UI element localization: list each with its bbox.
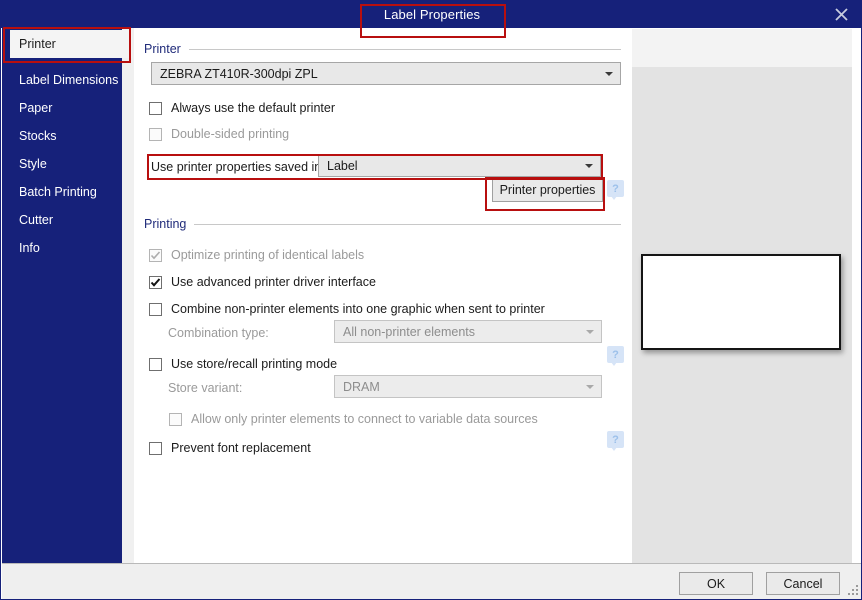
chevron-down-icon xyxy=(579,385,601,389)
settings-content-pane: Printer ZEBRA ZT410R-300dpi ZPL Always u… xyxy=(134,28,632,563)
label-properties-dialog: Label Properties Printer Label Dimension… xyxy=(0,0,862,600)
always-default-printer-row[interactable]: Always use the default printer xyxy=(149,99,335,117)
combination-type-label: Combination type: xyxy=(168,324,269,342)
group-divider-line xyxy=(194,224,621,225)
cancel-button-label: Cancel xyxy=(784,577,823,591)
window-title: Label Properties xyxy=(1,1,862,28)
optimize-printing-row: Optimize printing of identical labels xyxy=(149,246,364,264)
saved-in-value: Label xyxy=(319,159,578,173)
sidebar-item-label-dimensions[interactable]: Label Dimensions xyxy=(2,66,122,94)
sidebar-item-cutter[interactable]: Cutter xyxy=(2,206,122,234)
sidebar-item-label: Cutter xyxy=(19,213,53,227)
double-sided-printing-checkbox xyxy=(149,128,162,141)
close-icon xyxy=(835,8,848,21)
sidebar-item-batch-printing[interactable]: Batch Printing xyxy=(2,178,122,206)
combination-type-select: All non-printer elements xyxy=(334,320,602,343)
sidebar-item-label: Paper xyxy=(19,101,52,115)
combine-elements-row[interactable]: Combine non-printer elements into one gr… xyxy=(149,300,545,318)
help-icon-prevent-font[interactable]: ? xyxy=(607,431,624,448)
double-sided-printing-label: Double-sided printing xyxy=(171,127,289,141)
store-variant-value: DRAM xyxy=(335,380,579,394)
sidebar-item-label: Info xyxy=(19,241,40,255)
store-variant-select: DRAM xyxy=(334,375,602,398)
advanced-driver-row[interactable]: Use advanced printer driver interface xyxy=(149,273,376,291)
printer-select[interactable]: ZEBRA ZT410R-300dpi ZPL xyxy=(151,62,621,85)
chevron-down-icon xyxy=(579,330,601,334)
help-icon-store-recall[interactable]: ? xyxy=(607,346,624,363)
sidebar-item-label: Label Dimensions xyxy=(19,73,118,87)
printer-group-title: Printer xyxy=(144,42,181,56)
sidebar-item-label: Printer xyxy=(19,37,56,51)
chevron-down-icon xyxy=(578,164,600,168)
allow-only-printer-row: Allow only printer elements to connect t… xyxy=(169,410,538,428)
resize-grip[interactable] xyxy=(847,585,859,597)
sidebar-item-label: Batch Printing xyxy=(19,185,97,199)
sidebar-item-paper[interactable]: Paper xyxy=(2,94,122,122)
preview-toolbar-band xyxy=(632,29,852,67)
store-recall-row[interactable]: Use store/recall printing mode xyxy=(149,355,337,373)
advanced-driver-label: Use advanced printer driver interface xyxy=(171,275,376,289)
printer-properties-button-label: Printer properties xyxy=(500,183,596,197)
preview-right-gutter xyxy=(852,29,862,563)
sidebar-gutter xyxy=(122,28,134,563)
help-icon-printer-properties[interactable]: ? xyxy=(607,180,624,197)
sidebar-item-style[interactable]: Style xyxy=(2,150,122,178)
allow-only-printer-checkbox xyxy=(169,413,182,426)
sidebar-item-label: Stocks xyxy=(19,129,57,143)
printer-select-value: ZEBRA ZT410R-300dpi ZPL xyxy=(152,67,598,81)
sidebar-item-label: Style xyxy=(19,157,47,171)
optimize-printing-checkbox xyxy=(149,249,162,262)
ok-button-label: OK xyxy=(707,577,725,591)
ok-button[interactable]: OK xyxy=(679,572,753,595)
sidebar-nav: Printer Label Dimensions Paper Stocks St… xyxy=(2,28,122,563)
printing-group-header: Printing xyxy=(144,216,621,232)
help-icon-glyph: ? xyxy=(612,434,619,446)
prevent-font-replacement-row[interactable]: Prevent font replacement xyxy=(149,439,311,457)
combination-type-value: All non-printer elements xyxy=(335,325,579,339)
always-default-printer-checkbox[interactable] xyxy=(149,102,162,115)
prevent-font-replacement-checkbox[interactable] xyxy=(149,442,162,455)
sidebar-item-info[interactable]: Info xyxy=(2,234,122,262)
saved-in-select[interactable]: Label xyxy=(318,154,601,177)
combine-elements-label: Combine non-printer elements into one gr… xyxy=(171,302,545,316)
advanced-driver-checkbox[interactable] xyxy=(149,276,162,289)
optimize-printing-label: Optimize printing of identical labels xyxy=(171,248,364,262)
label-preview-canvas[interactable] xyxy=(641,254,841,350)
sidebar-item-stocks[interactable]: Stocks xyxy=(2,122,122,150)
saved-in-label: Use printer properties saved in: xyxy=(151,158,325,176)
title-bar: Label Properties xyxy=(1,1,862,28)
help-icon-glyph: ? xyxy=(612,183,619,195)
always-default-printer-label: Always use the default printer xyxy=(171,101,335,115)
prevent-font-replacement-label: Prevent font replacement xyxy=(171,441,311,455)
sidebar-item-printer[interactable]: Printer xyxy=(10,30,132,58)
printer-group-header: Printer xyxy=(144,41,621,57)
store-recall-label: Use store/recall printing mode xyxy=(171,357,337,371)
store-variant-label: Store variant: xyxy=(168,379,242,397)
allow-only-printer-label: Allow only printer elements to connect t… xyxy=(191,412,538,426)
double-sided-printing-row: Double-sided printing xyxy=(149,125,289,143)
group-divider-line xyxy=(189,49,621,50)
printer-properties-button[interactable]: Printer properties xyxy=(492,178,603,202)
dialog-footer: OK Cancel xyxy=(2,563,862,600)
cancel-button[interactable]: Cancel xyxy=(766,572,840,595)
combine-elements-checkbox[interactable] xyxy=(149,303,162,316)
store-recall-checkbox[interactable] xyxy=(149,358,162,371)
help-icon-glyph: ? xyxy=(612,349,619,361)
chevron-down-icon xyxy=(598,72,620,76)
label-preview-panel xyxy=(632,29,852,563)
printing-group-title: Printing xyxy=(144,217,186,231)
close-button[interactable] xyxy=(819,1,862,28)
